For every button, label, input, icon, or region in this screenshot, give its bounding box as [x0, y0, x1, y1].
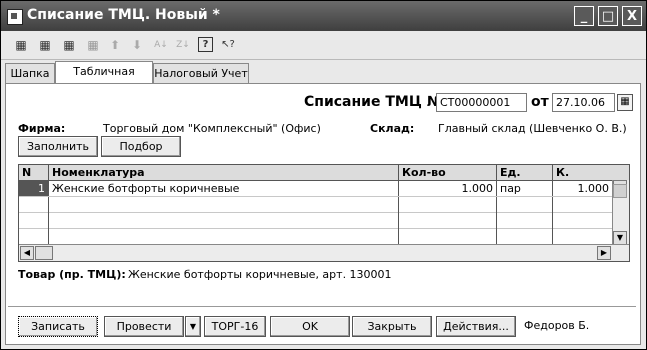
ok-button[interactable]: OK [270, 316, 350, 337]
sort-asc-icon[interactable]: A↓ [153, 37, 169, 53]
tab-header[interactable]: Шапка [5, 63, 55, 83]
row-k[interactable]: 1.000 [553, 181, 613, 196]
empty-cell [399, 229, 497, 245]
empty-cell [19, 229, 49, 245]
row-unit[interactable]: пар [497, 181, 553, 196]
window-title: Списание ТМЦ. Новый * [27, 7, 220, 23]
close-window-button[interactable]: X [622, 6, 642, 26]
empty-cell [497, 197, 553, 213]
document-date-input[interactable]: 27.10.06 [552, 93, 615, 112]
move-up-icon[interactable]: ⬆ [107, 37, 123, 53]
help-icon[interactable]: ? [198, 37, 213, 52]
actions-button[interactable]: Действия... [436, 316, 516, 337]
scroll-left-icon[interactable]: ◀ [20, 246, 34, 260]
edit-row-icon[interactable]: ▦ [85, 37, 101, 53]
document-number-input[interactable]: СТ00000001 [436, 93, 527, 112]
firm-value: Торговый дом "Комплексный" (Офис) [103, 122, 321, 135]
empty-cell [49, 229, 399, 245]
footer-divider [8, 306, 636, 307]
column-header-qty[interactable]: Кол-во [399, 165, 497, 180]
empty-cell [19, 197, 49, 213]
help-pointer-icon[interactable]: ↖? [220, 37, 236, 53]
fill-button[interactable]: Заполнить [18, 136, 98, 157]
table-header: N Номенклатура Кол-во Ед. К. [19, 165, 629, 181]
empty-cell [399, 197, 497, 213]
column-header-unit[interactable]: Ед. [497, 165, 553, 180]
title-bar: Списание ТМЦ. Новый * _ □ X [1, 1, 646, 31]
document-heading: Списание ТМЦ № [304, 94, 444, 110]
warehouse-label: Склад: [370, 122, 415, 135]
add-row-icon[interactable]: ▦ [13, 37, 29, 53]
empty-cell [497, 229, 553, 245]
vertical-scrollbar[interactable]: ▲ ▼ [612, 180, 629, 245]
maximize-button[interactable]: □ [598, 6, 618, 26]
empty-cell [497, 213, 553, 229]
date-from-label: от [531, 94, 549, 110]
minimize-button[interactable]: _ [574, 6, 594, 26]
user-name: Федоров Б. [524, 319, 590, 332]
copy-row-icon[interactable]: ▦ [37, 37, 53, 53]
post-dropdown-icon[interactable]: ▼ [185, 316, 201, 337]
document-window: Списание ТМЦ. Новый * _ □ X ▦ ▦ ▦ ▦ ⬆ ⬇ … [0, 0, 647, 350]
empty-cell [19, 213, 49, 229]
close-button[interactable]: Закрыть [352, 316, 432, 337]
sort-desc-icon[interactable]: Z↓ [175, 37, 191, 53]
torg16-button[interactable]: ТОРГ-16 [204, 316, 266, 337]
scroll-thumb-horizontal[interactable] [35, 246, 53, 260]
row-number: 1 [19, 181, 49, 196]
post-button[interactable]: Провести [104, 316, 184, 337]
delete-row-icon[interactable]: ▦ [61, 37, 77, 53]
firm-label: Фирма: [18, 122, 66, 135]
tab-tax-accounting[interactable]: Налоговый Учет [153, 63, 249, 83]
column-header-n[interactable]: N [19, 165, 49, 180]
move-down-icon[interactable]: ⬇ [129, 37, 145, 53]
empty-row [19, 229, 629, 245]
scroll-thumb[interactable] [613, 184, 627, 198]
calendar-icon[interactable]: ▦ [617, 94, 633, 111]
empty-cell [49, 213, 399, 229]
items-table[interactable]: N Номенклатура Кол-во Ед. К. 1 Женские б… [18, 164, 630, 262]
product-label: Товар (пр. ТМЦ): [18, 268, 126, 281]
tab-panel: Списание ТМЦ № СТ00000001 от 27.10.06 ▦ … [5, 83, 641, 345]
select-button[interactable]: Подбор [101, 136, 181, 157]
warehouse-value: Главный склад (Шевченко О. В.) [438, 122, 627, 135]
row-name[interactable]: Женские ботфорты коричневые [49, 181, 399, 196]
scroll-down-icon[interactable]: ▼ [613, 231, 627, 245]
horizontal-scrollbar[interactable]: ◀ ▶ [19, 244, 629, 261]
scroll-right-icon[interactable]: ▶ [597, 246, 611, 260]
table-row[interactable]: 1 Женские ботфорты коричневые 1.000 пар … [19, 181, 629, 197]
document-icon [7, 9, 23, 25]
toolbar: ▦ ▦ ▦ ▦ ⬆ ⬇ A↓ Z↓ ? ↖? [1, 31, 646, 60]
empty-cell [49, 197, 399, 213]
empty-row [19, 197, 629, 213]
save-button[interactable]: Записать [18, 316, 98, 337]
product-value: Женские ботфорты коричневые, арт. 130001 [128, 268, 392, 281]
column-header-name[interactable]: Номенклатура [49, 165, 399, 180]
column-header-k[interactable]: К. [553, 165, 629, 180]
empty-cell [399, 213, 497, 229]
tab-table[interactable]: Табличная часть [55, 61, 153, 97]
row-qty[interactable]: 1.000 [399, 181, 497, 196]
empty-row [19, 213, 629, 229]
